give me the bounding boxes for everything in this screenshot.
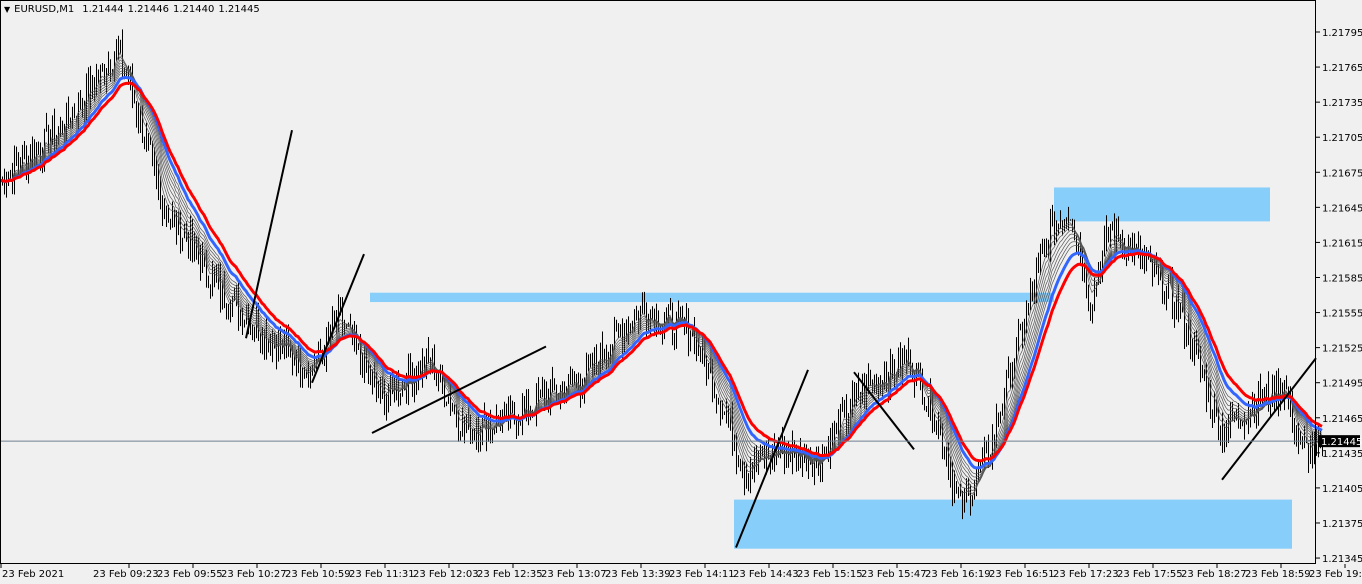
y-tick-label: 1.21555 xyxy=(1322,309,1362,320)
y-tick-label: 1.21405 xyxy=(1322,484,1362,495)
x-tick-label: 23 Feb 13:39 xyxy=(605,569,671,580)
supply-demand-zone[interactable] xyxy=(734,499,1292,549)
ma-fast-line xyxy=(0,75,1323,470)
x-tick-label: 23 Feb 12:03 xyxy=(413,569,479,580)
x-tick-label: 23 Feb 13:07 xyxy=(541,569,607,580)
ma-ribbon-line xyxy=(0,70,1323,478)
y-tick-label: 1.21435 xyxy=(1322,449,1362,460)
x-tick-label: 23 Feb 09:55 xyxy=(157,569,223,580)
x-tick-label: 23 Feb 14:43 xyxy=(733,569,799,580)
y-tick-label: 1.21465 xyxy=(1322,414,1362,425)
open-value: 1.21444 xyxy=(82,4,124,15)
x-tick-label: 23 Feb 16:51 xyxy=(989,569,1055,580)
ma-ribbon-line xyxy=(0,65,1323,485)
time-axis[interactable]: 23 Feb 2021 23 Feb 09:2323 Feb 09:5523 Fe… xyxy=(0,564,1362,580)
x-tick-label: 23 Feb 10:27 xyxy=(221,569,287,580)
x-tick-label: 23 Feb 18:27 xyxy=(1181,569,1247,580)
y-tick-label: 1.21735 xyxy=(1322,98,1362,109)
ma-ribbon-line xyxy=(0,59,1323,491)
symbol-label: EURUSD,M1 xyxy=(14,4,75,15)
x-tick-label: 23 Feb 14:11 xyxy=(669,569,735,580)
plot-frame xyxy=(0,0,1316,564)
ma-ribbon-line xyxy=(0,68,1323,481)
y-tick-label: 1.21615 xyxy=(1322,238,1362,249)
x-tick-label: 23 Feb 10:59 xyxy=(285,569,351,580)
close-value: 1.21445 xyxy=(218,4,260,15)
high-value: 1.21446 xyxy=(127,4,169,15)
x-tick-label: 23 Feb 2021 xyxy=(2,569,64,580)
triangle-down-icon[interactable]: ▼ xyxy=(4,5,10,14)
low-value: 1.21440 xyxy=(173,4,215,15)
x-tick-label: 23 Feb 17:55 xyxy=(1117,569,1183,580)
y-tick-label: 1.21375 xyxy=(1322,519,1362,530)
y-tick-label: 1.21705 xyxy=(1322,133,1362,144)
y-tick-label: 1.21675 xyxy=(1322,168,1362,179)
x-tick-label: 23 Feb 19:31 xyxy=(1309,569,1362,580)
ma-ribbon-line xyxy=(0,51,1323,497)
x-tick-label: 23 Feb 12:35 xyxy=(477,569,543,580)
y-tick-label: 1.21585 xyxy=(1322,273,1362,284)
x-tick-label: 23 Feb 16:19 xyxy=(925,569,991,580)
bars-layer xyxy=(0,29,1323,520)
y-tick-label: 1.21765 xyxy=(1322,63,1362,74)
x-tick-label: 23 Feb 09:23 xyxy=(93,569,159,580)
price-axis[interactable]: 1.21795 1.21765 1.21735 1.21705 1.21675 1.216… xyxy=(1316,28,1362,565)
x-tick-label: 23 Feb 11:31 xyxy=(349,569,415,580)
y-tick-label: 1.21795 xyxy=(1322,28,1362,39)
y-tick-label: 1.21525 xyxy=(1322,344,1362,355)
supply-demand-zone[interactable] xyxy=(370,292,1054,303)
x-tick-label: 23 Feb 15:15 xyxy=(797,569,863,580)
supply-demand-zone[interactable] xyxy=(1054,187,1270,222)
x-tick-label: 23 Feb 15:47 xyxy=(861,569,927,580)
price-chart[interactable]: 1.21795 1.21765 1.21735 1.21705 1.21675 1.216… xyxy=(0,0,1362,584)
ma-ribbon-line xyxy=(0,55,1322,495)
ma-ribbon-line xyxy=(0,72,1323,475)
y-tick-label: 1.21495 xyxy=(1322,379,1362,390)
ma-slow-line xyxy=(0,81,1323,463)
x-tick-label: 23 Feb 17:23 xyxy=(1053,569,1119,580)
trendline[interactable] xyxy=(311,253,365,384)
ma-ribbon-line xyxy=(0,62,1323,488)
chart-header: ▼ EURUSD,M1 1.21444 1.21446 1.21440 1.21… xyxy=(4,4,260,15)
trendline[interactable] xyxy=(245,129,293,339)
zones-layer xyxy=(370,187,1292,549)
moving-averages-layer xyxy=(0,51,1323,497)
current-price-label: 1.21445 xyxy=(1321,437,1362,448)
y-tick-label: 1.21345 xyxy=(1322,554,1362,565)
y-tick-label: 1.21645 xyxy=(1322,203,1362,214)
x-tick-label: 23 Feb 18:59 xyxy=(1245,569,1311,580)
